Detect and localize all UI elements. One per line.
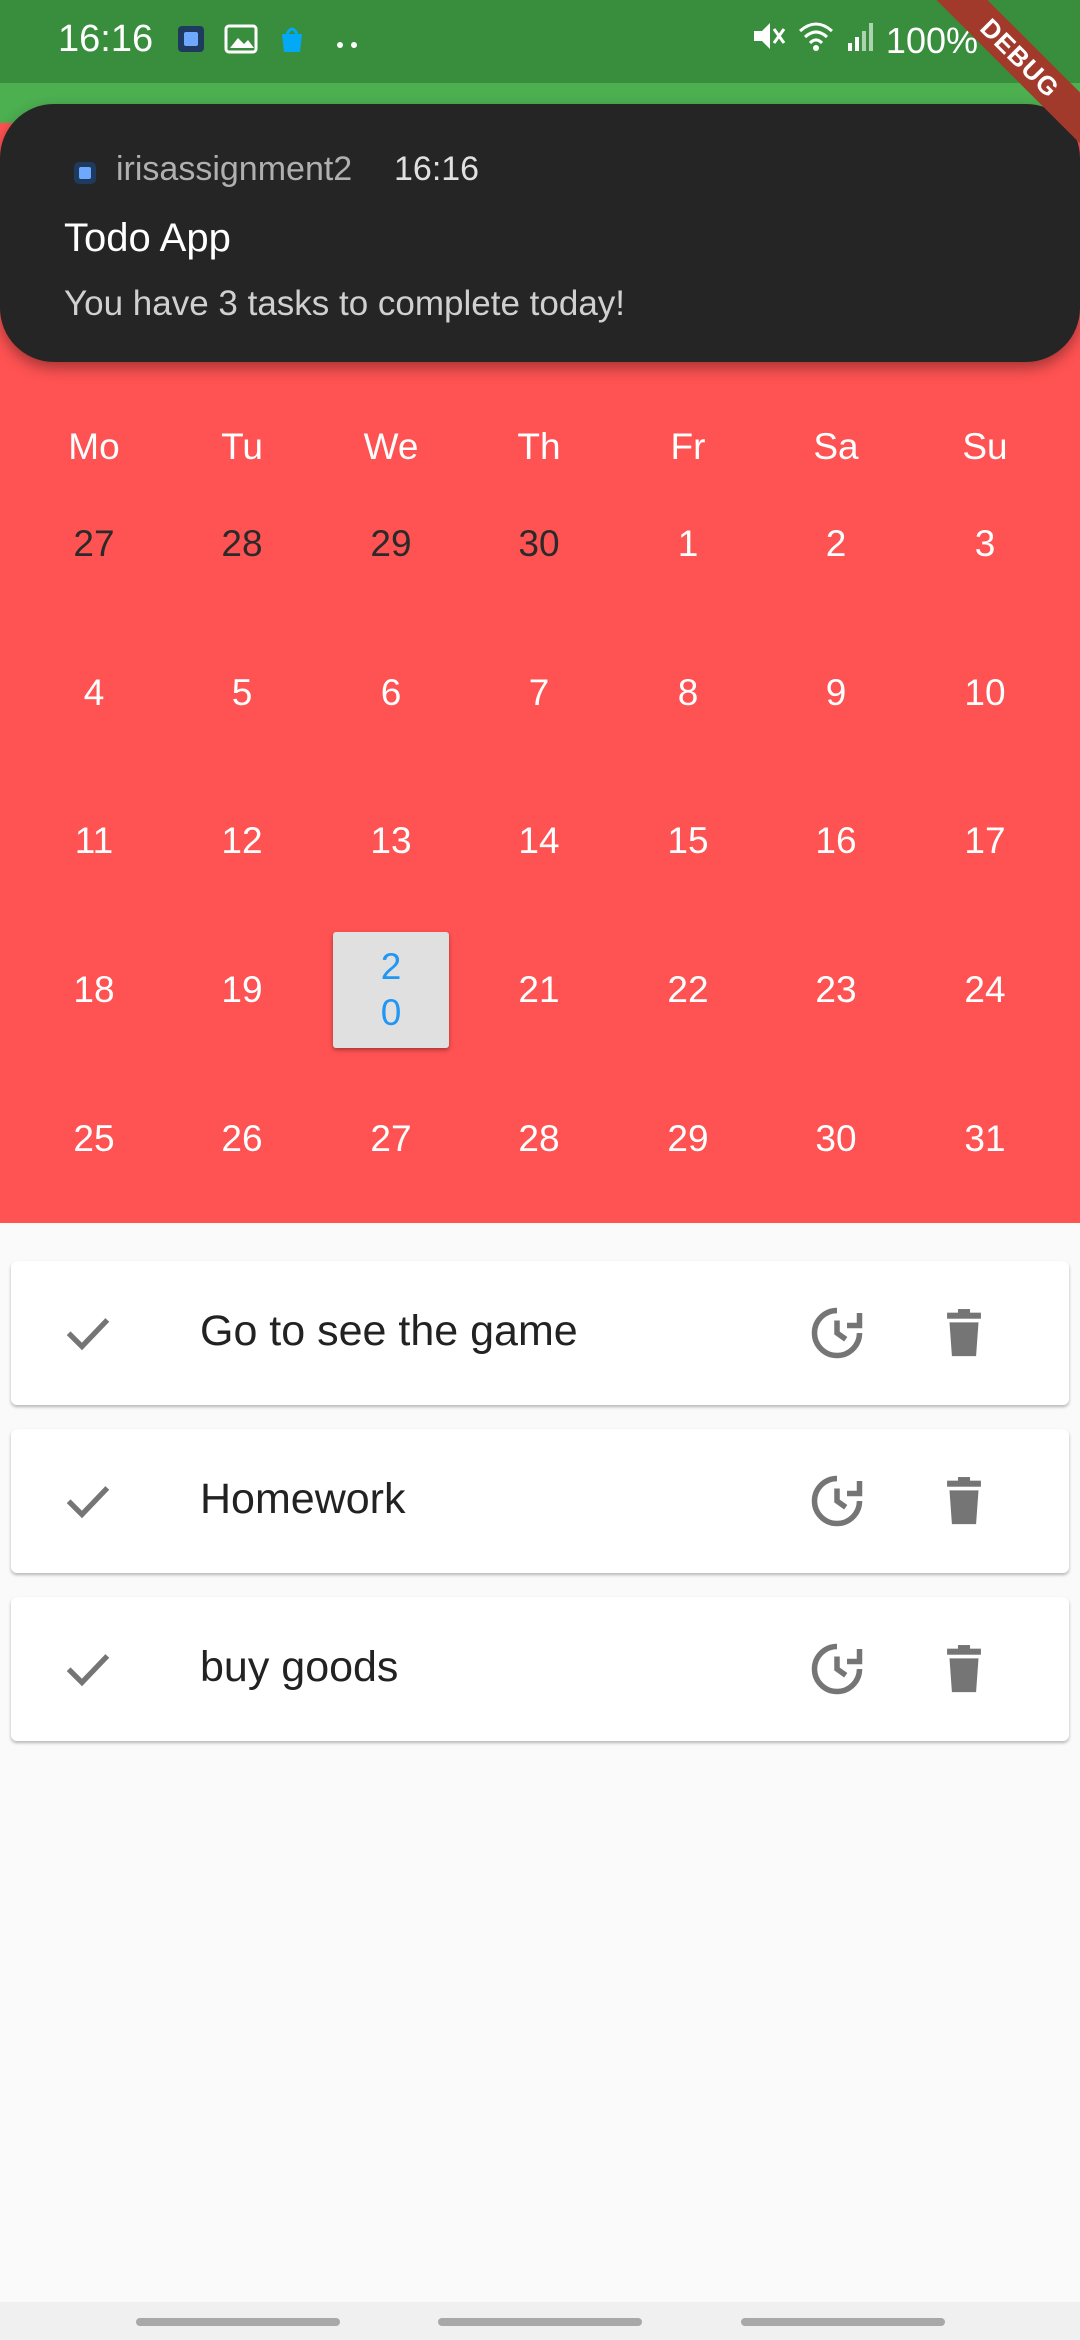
calendar-day[interactable]: 15	[614, 820, 762, 862]
wifi-icon	[796, 19, 836, 62]
task-card[interactable]: buy goods	[11, 1597, 1069, 1741]
calendar-day[interactable]: 31	[911, 1118, 1059, 1160]
task-title: Go to see the game	[200, 1307, 578, 1355]
calendar-day[interactable]: 30	[465, 523, 613, 565]
weekday-th: Th	[517, 426, 561, 467]
calendar-day[interactable]: 22	[614, 969, 762, 1011]
calendar-day[interactable]: 28	[465, 1118, 613, 1160]
trash-icon[interactable]	[935, 1303, 993, 1366]
weekday-tu: Tu	[221, 426, 263, 467]
status-time: 16:16	[58, 18, 154, 60]
nav-back-handle[interactable]	[741, 2318, 945, 2326]
check-icon[interactable]	[59, 1303, 117, 1366]
calendar-day[interactable]: 6	[317, 672, 465, 714]
calendar-day[interactable]: 27	[317, 1118, 465, 1160]
calendar-day[interactable]: 10	[911, 672, 1059, 714]
notification-app-icon	[74, 162, 96, 189]
check-icon[interactable]	[59, 1471, 117, 1534]
calendar-day[interactable]: 29	[614, 1118, 762, 1160]
task-title: buy goods	[200, 1643, 399, 1691]
calendar-day[interactable]: 19	[168, 969, 316, 1011]
selected-calendar-day[interactable]: 20	[333, 932, 449, 1048]
calendar-day[interactable]: 3	[911, 523, 1059, 565]
nav-home-handle[interactable]	[438, 2318, 642, 2326]
calendar-day[interactable]: 27	[20, 523, 168, 565]
calendar-day[interactable]: 29	[317, 523, 465, 565]
calendar-day[interactable]: 18	[20, 969, 168, 1011]
status-bar: 16:16 100%	[0, 0, 1080, 83]
calendar-day[interactable]: 28	[168, 523, 316, 565]
task-title: Homework	[200, 1475, 406, 1523]
calendar-day[interactable]: 23	[762, 969, 910, 1011]
notification-body: You have 3 tasks to complete today!	[64, 284, 626, 323]
calendar-day[interactable]: 7	[465, 672, 613, 714]
task-card[interactable]: Homework	[11, 1429, 1069, 1573]
more-dots-icon	[336, 36, 360, 54]
weekday-fr: Fr	[670, 426, 706, 467]
signal-icon	[846, 19, 876, 62]
calendar-day[interactable]: 4	[20, 672, 168, 714]
nav-recents-handle[interactable]	[136, 2318, 340, 2326]
calendar-day[interactable]: 30	[762, 1118, 910, 1160]
notification-time: 16:16	[394, 150, 480, 188]
trash-icon[interactable]	[935, 1471, 993, 1534]
calendar-day[interactable]: 12	[168, 820, 316, 862]
store-icon	[278, 24, 306, 59]
calendar-day[interactable]: 13	[317, 820, 465, 862]
calendar-day[interactable]: 25	[20, 1118, 168, 1160]
weekday-sa: Sa	[813, 426, 859, 467]
calendar-day[interactable]: 21	[465, 969, 613, 1011]
mute-icon	[750, 19, 786, 62]
calendar-day[interactable]: 17	[911, 820, 1059, 862]
calendar-day[interactable]: 9	[762, 672, 910, 714]
calendar-day[interactable]: 2	[762, 523, 910, 565]
notification-title: Todo App	[64, 216, 231, 260]
trash-icon[interactable]	[935, 1639, 993, 1702]
calendar-day[interactable]: 16	[762, 820, 910, 862]
weekday-su: Su	[962, 426, 1008, 467]
calendar-day[interactable]: 11	[20, 820, 168, 862]
snooze-clock-icon[interactable]	[807, 1471, 867, 1536]
calendar-day[interactable]: 14	[465, 820, 613, 862]
calendar-day[interactable]: 1	[614, 523, 762, 565]
notification-app-name: irisassignment2	[116, 150, 353, 188]
selected-day-label: 20	[380, 946, 402, 1033]
check-icon[interactable]	[59, 1639, 117, 1702]
calendar-day[interactable]: 8	[614, 672, 762, 714]
system-nav-bar	[0, 2302, 1080, 2340]
calendar-day[interactable]: 26	[168, 1118, 316, 1160]
snooze-clock-icon[interactable]	[807, 1303, 867, 1368]
app-notification-icon	[176, 24, 206, 59]
snooze-clock-icon[interactable]	[807, 1639, 867, 1704]
weekday-we: We	[363, 426, 419, 467]
weekday-mo: Mo	[68, 426, 120, 467]
task-card[interactable]: Go to see the game	[11, 1261, 1069, 1405]
gallery-icon	[224, 24, 258, 59]
calendar-day[interactable]: 24	[911, 969, 1059, 1011]
calendar-day[interactable]: 5	[168, 672, 316, 714]
